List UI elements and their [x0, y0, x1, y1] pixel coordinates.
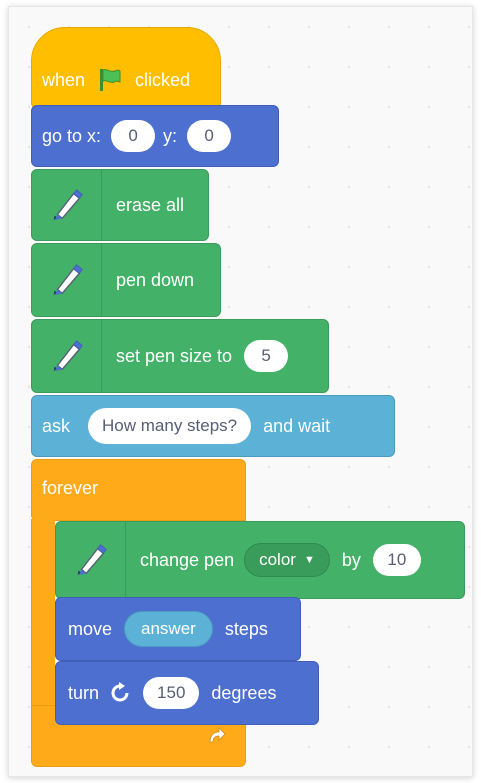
set-pen-size-block[interactable]: set pen size to 5	[31, 319, 329, 393]
ask-label: ask	[42, 415, 71, 436]
clicked-label: clicked	[135, 69, 191, 90]
rotate-clockwise-icon	[109, 682, 131, 704]
x-input[interactable]: 0	[111, 120, 156, 152]
and-wait-label: and wait	[263, 415, 331, 436]
change-value-input[interactable]: 10	[372, 544, 421, 576]
by-label: by	[341, 549, 361, 570]
move-label: move	[68, 618, 113, 639]
when-label: when	[42, 69, 86, 90]
ask-and-wait-block[interactable]: ask How many steps? and wait	[31, 395, 395, 457]
turn-label: turn	[68, 682, 100, 703]
when-flag-clicked-block[interactable]: when clicked	[31, 27, 221, 109]
turn-value-input[interactable]: 150	[143, 677, 200, 709]
pen-size-input[interactable]: 5	[244, 340, 289, 372]
green-flag-icon	[97, 67, 123, 93]
move-steps-block[interactable]: move answer steps	[55, 597, 301, 661]
pen-param-value: color	[259, 550, 296, 569]
go-to-xy-block[interactable]: go to x: 0 y: 0	[31, 105, 279, 167]
pen-down-block[interactable]: pen down	[31, 243, 221, 317]
forever-top-arm: forever	[31, 459, 246, 521]
pen-down-label: pen down	[116, 269, 195, 290]
pen-extension-icon	[32, 320, 102, 392]
degrees-label: degrees	[211, 682, 277, 703]
forever-left-spine	[31, 519, 55, 709]
pen-param-dropdown[interactable]: color ▼	[244, 543, 330, 577]
y-label: y:	[163, 125, 178, 146]
question-input[interactable]: How many steps?	[88, 408, 252, 444]
code-area[interactable]: when clicked go to x: 0 y: 0 erase all p…	[8, 6, 473, 777]
pen-extension-icon	[32, 170, 102, 240]
go-to-x-label: go to x:	[42, 125, 102, 146]
forever-label: forever	[42, 478, 99, 498]
steps-label: steps	[224, 618, 268, 639]
set-pen-size-label: set pen size to	[116, 345, 233, 366]
change-pen-block[interactable]: change pen color ▼ by 10	[55, 521, 465, 599]
dropdown-caret-icon: ▼	[303, 554, 315, 566]
loop-arrow-icon	[205, 725, 227, 747]
y-input[interactable]: 0	[187, 120, 232, 152]
erase-all-label: erase all	[116, 194, 185, 215]
pen-extension-icon	[32, 244, 102, 316]
answer-reporter[interactable]: answer	[124, 611, 213, 647]
pen-extension-icon	[56, 522, 126, 598]
turn-degrees-block[interactable]: turn 150 degrees	[55, 661, 319, 725]
change-pen-label: change pen	[140, 549, 235, 570]
erase-all-block[interactable]: erase all	[31, 169, 209, 241]
